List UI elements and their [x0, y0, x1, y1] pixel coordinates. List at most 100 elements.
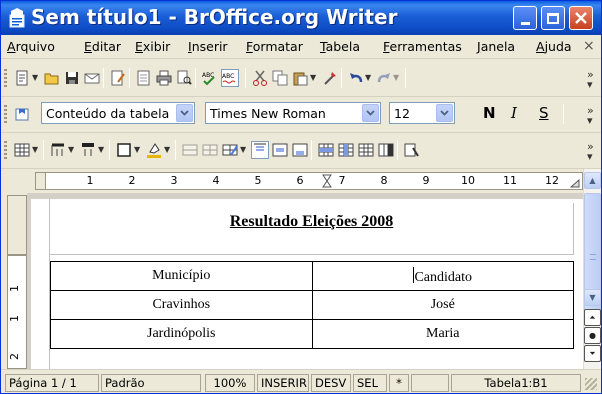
- paste-dropdown-icon[interactable]: ▼: [310, 69, 317, 87]
- minimize-button[interactable]: [513, 6, 537, 30]
- table-cell[interactable]: Jardinópolis: [50, 319, 313, 349]
- vertical-ruler[interactable]: 1 1 2: [7, 255, 27, 369]
- bold-button[interactable]: N: [483, 104, 496, 122]
- menu-exibir[interactable]: Exibir: [135, 39, 170, 54]
- right-indent-icon[interactable]: [569, 174, 580, 191]
- background-dropdown-icon[interactable]: ▼: [164, 141, 171, 159]
- font-name-select[interactable]: Times New Roman: [205, 102, 381, 124]
- table-cell[interactable]: Cravinhos: [50, 290, 313, 320]
- redo-icon[interactable]: [375, 69, 393, 87]
- font-size-select[interactable]: 12: [389, 102, 455, 124]
- background-color-icon[interactable]: [145, 141, 163, 159]
- export-pdf-icon[interactable]: [135, 69, 153, 87]
- clone-formatting-icon[interactable]: [321, 69, 339, 87]
- redo-dropdown-icon[interactable]: ▼: [393, 69, 400, 87]
- menu-tabela[interactable]: Tabela: [320, 39, 360, 54]
- navigation-button[interactable]: ●: [584, 327, 601, 344]
- table-cell-active[interactable]: Candidato: [311, 261, 574, 291]
- spellcheck-icon[interactable]: ABC: [201, 69, 219, 87]
- scroll-down-button[interactable]: ▼: [584, 289, 601, 306]
- table-dropdown-icon[interactable]: ▼: [32, 141, 39, 159]
- chevron-down-icon[interactable]: [176, 104, 193, 122]
- new-dropdown-icon[interactable]: ▼: [32, 69, 39, 87]
- line-style-icon[interactable]: [49, 141, 67, 159]
- table-cell[interactable]: José: [311, 290, 574, 320]
- status-insert-mode[interactable]: INSERIR: [257, 374, 309, 392]
- title-bar[interactable]: Sem título1 - BrOffice.org Writer: [1, 1, 601, 35]
- chevron-down-icon[interactable]: [362, 104, 379, 122]
- maximize-button[interactable]: [541, 6, 565, 30]
- toolbar-grip[interactable]: [4, 105, 7, 125]
- menu-arquivo[interactable]: Arquivo: [7, 39, 55, 54]
- line-color-icon[interactable]: [79, 141, 97, 159]
- column-marker-icon[interactable]: [322, 174, 332, 191]
- align-center-vertical-icon[interactable]: [271, 141, 289, 159]
- autoformat-icon[interactable]: [221, 141, 239, 159]
- menu-inserir[interactable]: Inserir: [188, 39, 228, 54]
- insert-rows-icon[interactable]: [317, 141, 335, 159]
- page-preview-icon[interactable]: [175, 69, 193, 87]
- underline-button[interactable]: S: [539, 104, 549, 122]
- italic-button[interactable]: I: [511, 104, 517, 122]
- undo-dropdown-icon[interactable]: ▼: [365, 69, 372, 87]
- status-page[interactable]: Página 1 / 1: [5, 374, 99, 392]
- toolbar-grip[interactable]: [4, 141, 7, 161]
- styles-formatting-icon[interactable]: [13, 105, 31, 123]
- close-window-button[interactable]: [569, 6, 593, 30]
- chevron-down-icon[interactable]: [436, 104, 453, 122]
- print-icon[interactable]: [155, 69, 173, 87]
- results-table[interactable]: Município Candidato Cravinhos José Jardi…: [50, 261, 574, 349]
- split-cells-icon[interactable]: [201, 141, 219, 159]
- align-bottom-icon[interactable]: [291, 141, 309, 159]
- toolbar-overflow-icon[interactable]: » ▾: [587, 69, 594, 90]
- toolbar-overflow-icon[interactable]: » ▾: [587, 141, 594, 162]
- delete-rows-icon[interactable]: [357, 141, 375, 159]
- table-cell[interactable]: Maria: [311, 319, 574, 349]
- line-style-dropdown-icon[interactable]: ▼: [68, 141, 75, 159]
- insert-table-icon[interactable]: [13, 141, 31, 159]
- line-color-dropdown-icon[interactable]: ▼: [98, 141, 105, 159]
- resize-grip-icon[interactable]: [585, 378, 597, 390]
- open-folder-icon[interactable]: [43, 69, 61, 87]
- previous-page-button[interactable]: ⏶: [584, 309, 601, 326]
- new-document-icon[interactable]: [13, 69, 31, 87]
- select-table-icon[interactable]: [403, 141, 421, 159]
- menu-formatar[interactable]: Formatar: [246, 39, 303, 54]
- menu-ferramentas[interactable]: Ferramentas: [383, 39, 462, 54]
- save-icon[interactable]: [63, 69, 81, 87]
- scroll-up-button[interactable]: ▲: [584, 172, 601, 189]
- merge-cells-icon[interactable]: [181, 141, 199, 159]
- title-paragraph[interactable]: Resultado Eleições 2008: [49, 213, 574, 237]
- menu-editar[interactable]: Editar: [84, 39, 121, 54]
- document-page[interactable]: Resultado Eleições 2008 Município Candid…: [31, 199, 583, 375]
- paragraph-style-select[interactable]: Conteúdo da tabela: [41, 102, 195, 124]
- cut-icon[interactable]: [251, 69, 269, 87]
- autoformat-dropdown-icon[interactable]: ▼: [240, 141, 247, 159]
- vertical-scrollbar[interactable]: ▲ ▼ ⏶ ● ⏷: [583, 169, 601, 369]
- toolbar-grip[interactable]: [4, 69, 7, 89]
- delete-columns-icon[interactable]: [377, 141, 395, 159]
- status-selection-mode[interactable]: DESV: [311, 374, 351, 392]
- status-signature[interactable]: [411, 374, 449, 392]
- edit-file-icon[interactable]: [109, 69, 127, 87]
- insert-columns-icon[interactable]: [337, 141, 355, 159]
- table-cell[interactable]: Município: [50, 261, 313, 291]
- status-sel[interactable]: SEL: [353, 374, 387, 392]
- align-top-icon[interactable]: [251, 141, 269, 159]
- borders-icon[interactable]: [115, 141, 133, 159]
- email-icon[interactable]: [83, 69, 101, 87]
- menu-ajuda[interactable]: Ajuda: [536, 39, 572, 54]
- toolbar-overflow-icon[interactable]: » ▾: [587, 105, 594, 126]
- undo-icon[interactable]: [347, 69, 365, 87]
- horizontal-ruler[interactable]: 1 2 3 4 5 6 7 8 9 10 11 12: [35, 172, 583, 190]
- chevron-up-icon: ▲: [589, 176, 596, 185]
- close-document-button[interactable]: ×: [583, 38, 595, 54]
- autospellcheck-icon[interactable]: ABC: [221, 69, 239, 87]
- copy-icon[interactable]: [271, 69, 289, 87]
- next-page-button[interactable]: ⏷: [584, 345, 601, 362]
- borders-dropdown-icon[interactable]: ▼: [134, 141, 141, 159]
- status-page-style[interactable]: Padrão: [101, 374, 201, 392]
- paste-icon[interactable]: [291, 69, 309, 87]
- menu-janela[interactable]: Janela: [477, 39, 515, 54]
- status-zoom[interactable]: 100%: [205, 374, 255, 392]
